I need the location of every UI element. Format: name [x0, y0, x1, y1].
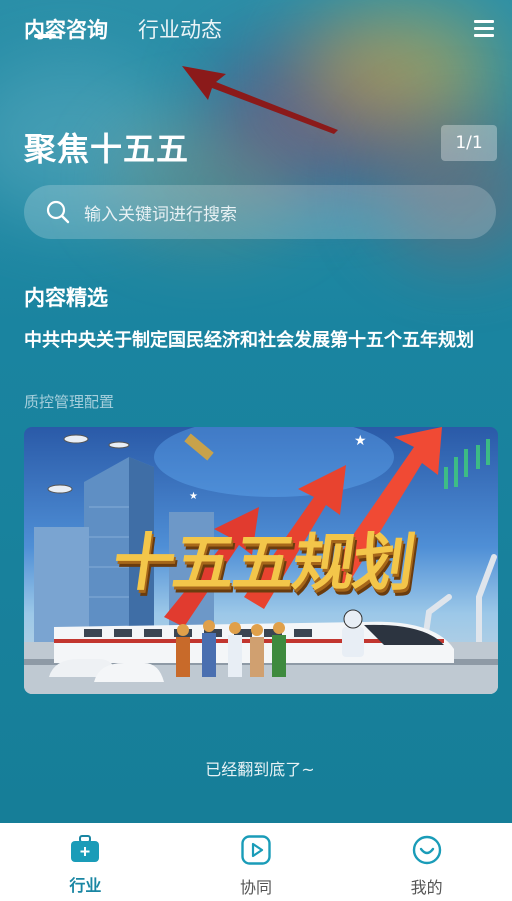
tab-content-consulting[interactable]: 内容咨询 [24, 14, 108, 46]
main-content: 内容咨询 行业动态 聚焦十五五 1/1 输入关键词进行搜索 内容精选 中共中央关… [0, 0, 512, 823]
search-placeholder: 输入关键词进行搜索 [84, 204, 237, 225]
page-title: 聚焦十五五 [24, 130, 190, 168]
hamburger-menu-icon[interactable] [474, 20, 494, 38]
nav-item-mine[interactable]: 我的 [341, 823, 512, 901]
article-subtitle: 质控管理配置 [24, 393, 115, 411]
smile-icon [412, 835, 441, 865]
search-icon [46, 200, 70, 224]
svg-text:★: ★ [189, 491, 198, 502]
section-title: 内容精选 [24, 286, 108, 310]
nav-item-collaboration[interactable]: 协同 [171, 823, 342, 901]
page-counter: 1/1 [441, 125, 497, 161]
active-tab-indicator [34, 34, 56, 38]
annotation-arrow-icon [182, 66, 338, 134]
article-cover-image[interactable]: ★ ★ 十五五规划 [24, 427, 498, 694]
bottom-navigation: 行业 协同 我的 [0, 823, 512, 901]
nav-label-collaboration: 协同 [240, 878, 273, 897]
top-tabs: 内容咨询 行业动态 [24, 14, 222, 46]
briefcase-icon [71, 835, 100, 862]
play-icon [241, 835, 271, 865]
article-title[interactable]: 中共中央关于制定国民经济和社会发展第十五个五年规划 [24, 328, 494, 354]
search-input[interactable]: 输入关键词进行搜索 [24, 185, 496, 239]
svg-text:★: ★ [354, 433, 367, 449]
nav-item-industry[interactable]: 行业 [0, 823, 171, 901]
nav-label-mine: 我的 [410, 878, 443, 897]
nav-label-industry: 行业 [69, 876, 102, 895]
list-end-text: 已经翻到底了~ [205, 760, 315, 779]
banner-headline-text: 十五五规划 [108, 526, 419, 599]
tab-industry-news[interactable]: 行业动态 [138, 14, 222, 46]
